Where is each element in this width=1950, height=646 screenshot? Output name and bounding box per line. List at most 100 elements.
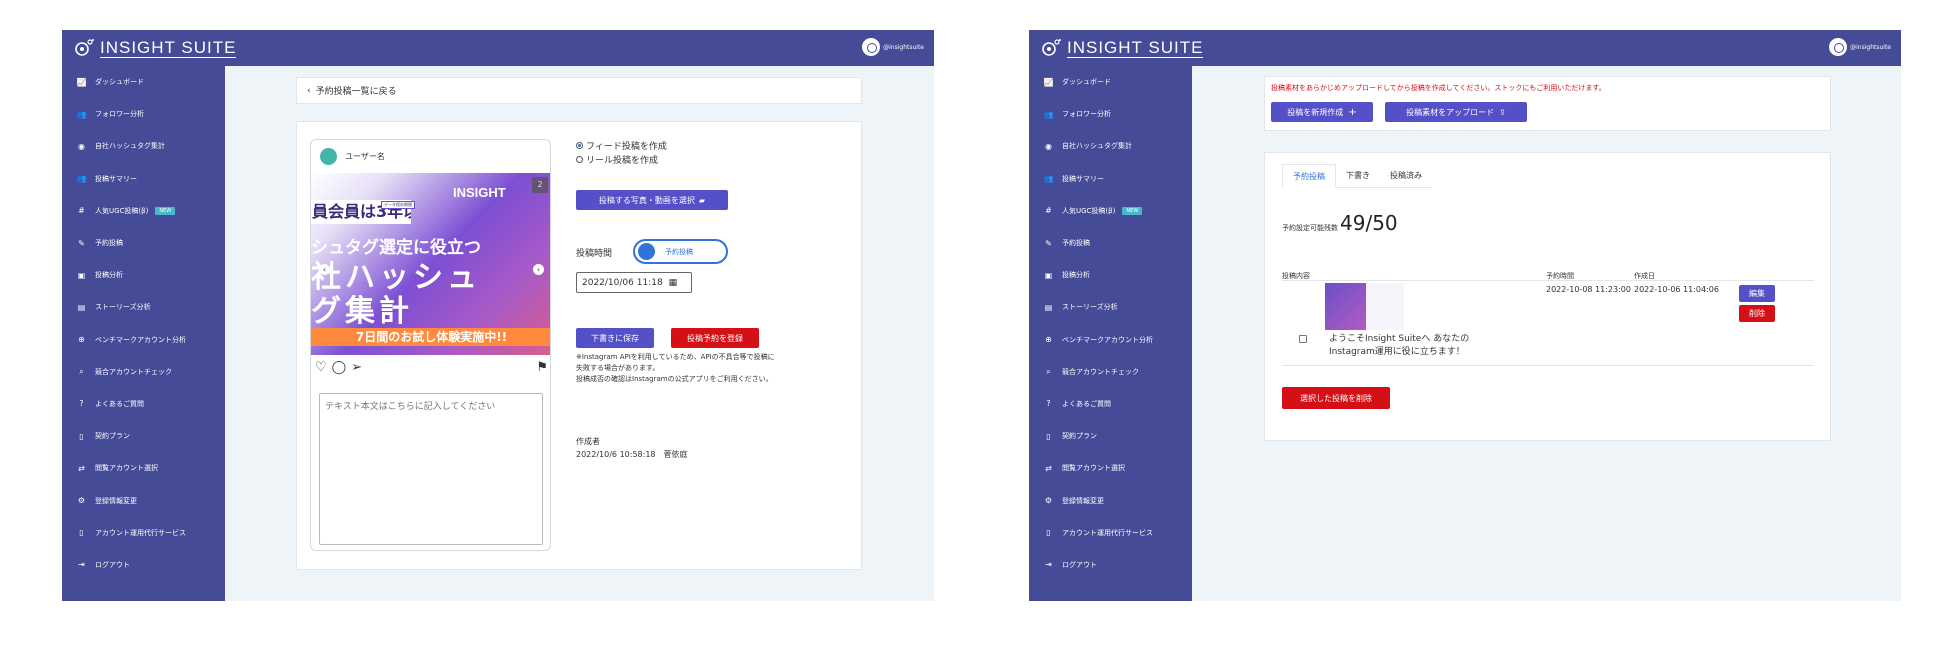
users-icon: 👥: [76, 174, 87, 184]
edit-icon: ✎: [1045, 238, 1052, 248]
banner-bottom: 7日間のお試し体験実施中!!: [311, 328, 550, 346]
username: @insightsuite: [883, 43, 924, 51]
sidebar-item-ugc[interactable]: # 人気UGC投稿(β) NEW: [1029, 195, 1192, 227]
api-note: ※Instagram APIを利用しているため、APIの不具合等で投稿に 失敗す…: [576, 353, 775, 383]
sidebar-item-plan[interactable]: ▯ 契約プラン: [1029, 420, 1192, 452]
sidebar-item-hashtag[interactable]: ◉ 自社ハッシュタグ集計: [62, 130, 225, 162]
tab-drafts[interactable]: 下書き: [1336, 164, 1380, 187]
post-preview: ユーザー名 員会員は3年以上 データ保存期間 INSIGHT 2 シュタグ選定に…: [310, 139, 551, 551]
plus-icon: +: [1348, 106, 1357, 118]
search-plus-icon: ⊕: [78, 335, 85, 345]
sidebar-item-logout[interactable]: ⇥ ログアウト: [1029, 549, 1192, 581]
sidebar-item-scheduled[interactable]: ✎ 予約投稿: [62, 227, 225, 259]
sidebar-item-dashboard[interactable]: 📈 ダッシュボード: [62, 66, 225, 98]
sidebar-item-competitor[interactable]: ⌕ 競合アカウントチェック: [1029, 356, 1192, 388]
tab-posted[interactable]: 投稿済み: [1380, 164, 1432, 187]
sidebar-item-post-analysis[interactable]: ▣ 投稿分析: [1029, 259, 1192, 291]
next-arrow-icon[interactable]: ›: [533, 264, 544, 275]
question-circle-icon: ?: [1046, 399, 1051, 409]
sidebar-item-profile[interactable]: ⚙ 登録情報変更: [1029, 484, 1192, 516]
sidebar-item-competitor[interactable]: ⌕ 競合アカウントチェック: [62, 356, 225, 388]
preview-username: ユーザー名: [345, 152, 385, 161]
logout-icon: ⇥: [1045, 560, 1052, 570]
send-icon: ➢: [351, 359, 363, 375]
sidebar-item-faq[interactable]: ? よくあるご質問: [62, 388, 225, 420]
sidebar-item-hashtag[interactable]: ◉ 自社ハッシュタグ集計: [1029, 130, 1192, 162]
user-menu[interactable]: @insightsuite: [1829, 38, 1891, 56]
heart-icon: ♡: [315, 359, 327, 375]
hashtag-icon: #: [1045, 206, 1052, 216]
sidebar-item-logout[interactable]: ⇥ ログアウト: [62, 549, 225, 581]
radio-reel-post[interactable]: リール投稿を作成: [576, 153, 658, 166]
toggle-knob: [638, 243, 655, 260]
sidebar-item-faq[interactable]: ? よくあるご質問: [1029, 388, 1192, 420]
sidebar-item-summary[interactable]: 👥 投稿サマリー: [1029, 163, 1192, 195]
action-card: 投稿素材をあらかじめアップロードしてから投稿を作成してください。ストックにもご利…: [1264, 76, 1831, 131]
radio-reel[interactable]: [576, 156, 583, 163]
sidebar-item-dashboard[interactable]: 📈 ダッシュボード: [1029, 66, 1192, 98]
post-tabs: 予約投稿 下書き 投稿済み: [1282, 164, 1432, 188]
top-bar: INSIGHT SUITE @insightsuite: [62, 30, 934, 66]
select-media-button[interactable]: 投稿する写真・動画を選択 ▰: [576, 190, 728, 210]
post-caption: ようこそInsight Suiteへ あなたの Instagram運用に役に立ち…: [1329, 334, 1470, 357]
radio-feed-post[interactable]: フィード投稿を作成: [576, 139, 667, 152]
users-icon: 👥: [76, 109, 87, 119]
file-contract-icon: ▯: [79, 431, 84, 441]
scheduled-time: 2022-10-08 11:23:00: [1546, 285, 1631, 294]
user-circle-icon: ◉: [78, 141, 85, 151]
banner-tag: データ保存期間: [381, 201, 415, 209]
list-window: INSIGHT SUITE @insightsuite 📈 ダッシュボード 👥 フォ…: [1029, 30, 1901, 601]
upload-icon: ⇪: [1499, 107, 1506, 117]
delete-selected-button[interactable]: 選択した投稿を削除: [1282, 387, 1390, 409]
sidebar-item-plan[interactable]: ▯ 契約プラン: [62, 420, 225, 452]
images-icon: ▣: [1044, 270, 1053, 280]
new-post-button[interactable]: 投稿を新規作成 +: [1271, 102, 1373, 122]
sidebar-item-post-analysis[interactable]: ▣ 投稿分析: [62, 259, 225, 291]
user-menu[interactable]: @insightsuite: [862, 38, 924, 56]
divider: [1282, 365, 1814, 366]
sidebar-item-agency[interactable]: ▯ アカウント運用代行サービス: [62, 517, 225, 549]
sidebar-item-stories[interactable]: ▤ ストーリーズ分析: [62, 291, 225, 323]
save-draft-button[interactable]: 下書きに保存: [576, 328, 654, 348]
sidebar-item-summary[interactable]: 👥 投稿サマリー: [62, 163, 225, 195]
logo[interactable]: INSIGHT SUITE: [74, 37, 237, 59]
created-date: 2022-10-06 11:04:06: [1634, 285, 1719, 294]
logo[interactable]: INSIGHT SUITE: [1041, 37, 1204, 59]
prev-arrow-icon[interactable]: ‹: [319, 264, 330, 275]
row-checkbox[interactable]: [1299, 335, 1307, 343]
post-list-card: 予約投稿 下書き 投稿済み 予約設定可能残数 49/50 投稿内容 予約時間 作…: [1264, 152, 1831, 441]
sidebar-item-benchmark[interactable]: ⊕ ベンチマークアカウント分析: [62, 324, 225, 356]
sidebar-item-account-select[interactable]: ⇄ 閲覧アカウント選択: [1029, 452, 1192, 484]
back-link[interactable]: ‹ 予約投稿一覧に戻る: [296, 77, 862, 104]
list-content: 投稿素材をあらかじめアップロードしてから投稿を作成してください。ストックにもご利…: [1192, 66, 1901, 601]
file-contract-icon: ▯: [1046, 431, 1051, 441]
radio-feed[interactable]: [576, 142, 583, 149]
sidebar-item-profile[interactable]: ⚙ 登録情報変更: [62, 484, 225, 516]
preview-header: ユーザー名: [311, 140, 550, 173]
caption-textarea[interactable]: [319, 393, 543, 545]
tab-scheduled[interactable]: 予約投稿: [1282, 164, 1336, 188]
sidebar-item-stories[interactable]: ▤ ストーリーズ分析: [1029, 291, 1192, 323]
sidebar-item-follower[interactable]: 👥 フォロワー分析: [1029, 98, 1192, 130]
sidebar: 📈 ダッシュボード 👥 フォロワー分析 ◉ 自社ハッシュタグ集計 👥 投稿サマリー # 人…: [62, 66, 225, 601]
preview-actions: ♡ ◯ ➢ ⚑: [315, 359, 548, 375]
register-post-button[interactable]: 投稿予約を登録: [671, 328, 759, 348]
quota-label: 予約設定可能残数: [1282, 224, 1338, 232]
sidebar-item-benchmark[interactable]: ⊕ ベンチマークアカウント分析: [1029, 324, 1192, 356]
sidebar-item-account-select[interactable]: ⇄ 閲覧アカウント選択: [62, 452, 225, 484]
datetime-input[interactable]: 2022/10/06 11:18 ▦: [576, 272, 692, 293]
calendar-icon[interactable]: ▦: [669, 278, 678, 288]
editor-window: INSIGHT SUITE @insightsuite 📈 ダッシュボード 👥 フォ…: [62, 30, 934, 601]
sidebar-item-follower[interactable]: 👥 フォロワー分析: [62, 98, 225, 130]
delete-button[interactable]: 削除: [1739, 305, 1775, 322]
sidebar-item-agency[interactable]: ▯ アカウント運用代行サービス: [1029, 517, 1192, 549]
user-circle-icon: ◉: [1045, 141, 1052, 151]
sidebar: 📈 ダッシュボード 👥 フォロワー分析 ◉ 自社ハッシュタグ集計 👥 投稿サマリー # 人…: [1029, 66, 1192, 601]
chevron-left-icon: ‹: [307, 85, 311, 96]
edit-button[interactable]: 編集: [1739, 285, 1775, 302]
schedule-toggle[interactable]: 予約投稿: [633, 239, 728, 264]
upload-media-button[interactable]: 投稿素材をアップロード ⇪: [1385, 102, 1527, 122]
sidebar-item-ugc[interactable]: # 人気UGC投稿(β) NEW: [62, 195, 225, 227]
sidebar-item-scheduled[interactable]: ✎ 予約投稿: [1029, 227, 1192, 259]
logo-mark-icon: [1041, 37, 1063, 59]
